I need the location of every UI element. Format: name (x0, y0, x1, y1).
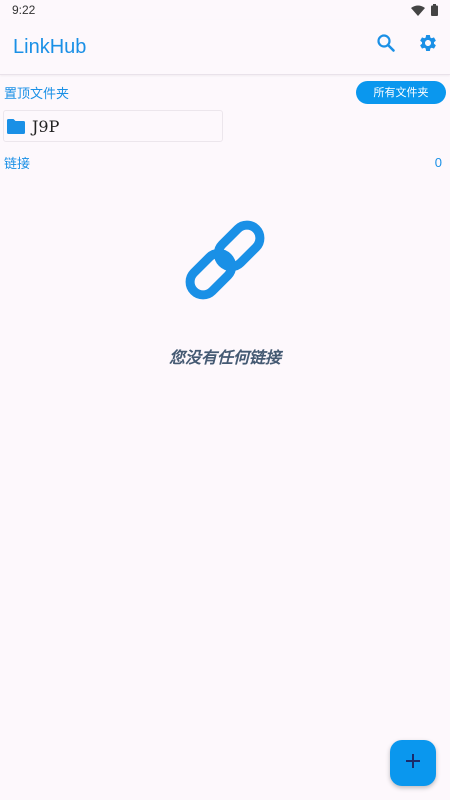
links-count: 0 (434, 154, 442, 170)
status-icons (411, 3, 438, 21)
search-button[interactable] (374, 33, 398, 57)
links-label: 链接 (4, 156, 31, 172)
pinned-folders-header: 置顶文件夹 所有文件夹 (0, 78, 450, 106)
folder-card-j9p[interactable]: J9P (3, 110, 223, 142)
empty-message: 您没有任何链接 (168, 348, 281, 367)
pinned-folders-label: 置顶文件夹 (4, 86, 70, 102)
wifi-icon (411, 3, 425, 21)
app-bar: LinkHub (0, 20, 450, 75)
battery-icon (431, 3, 438, 21)
all-folders-button[interactable]: 所有文件夹 (356, 80, 446, 104)
plus-icon (405, 753, 421, 774)
link-icon (175, 210, 275, 310)
search-icon (376, 33, 396, 58)
folder-name: J9P (32, 116, 60, 136)
folder-icon (7, 118, 25, 134)
app-actions (374, 33, 440, 57)
settings-icon (418, 33, 438, 58)
links-header: 链接 0 (0, 150, 450, 174)
status-time: 9:22 (12, 3, 36, 17)
settings-button[interactable] (416, 33, 440, 57)
add-link-button[interactable] (390, 740, 436, 786)
app-title: LinkHub (13, 36, 87, 58)
empty-state: 您没有任何链接 (0, 210, 450, 368)
status-bar: 9:22 (0, 0, 450, 20)
